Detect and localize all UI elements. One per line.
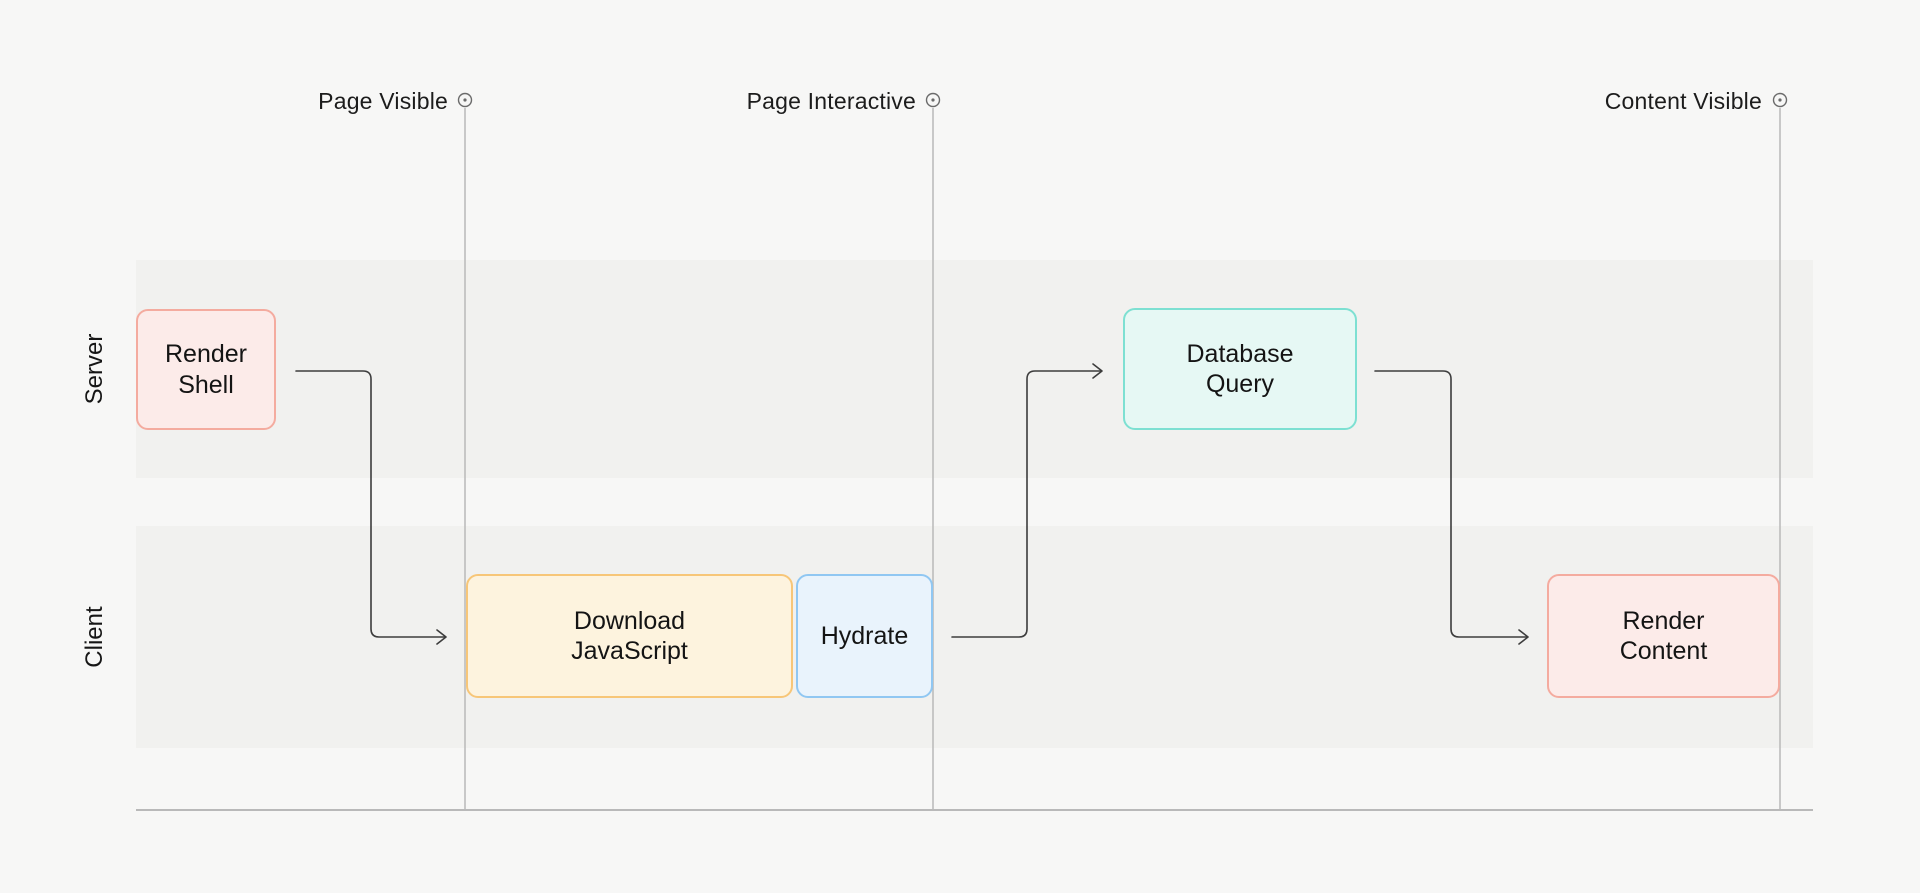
lane-label-client: Client [80, 587, 110, 687]
edge-render-shell-to-download-javascript [296, 371, 446, 644]
node-render-shell: Render Shell [136, 309, 276, 430]
page-interactive-marker-icon [927, 94, 940, 107]
node-download-javascript: Download JavaScript [466, 574, 793, 698]
edge-hydrate-to-database-query [952, 364, 1102, 637]
lane-label-server: Server [80, 319, 110, 419]
ssr-timeline-diagram: Page Visible Page Interactive Content Vi… [0, 0, 1920, 893]
node-database-query: Database Query [1123, 308, 1357, 430]
node-label: Render Content [1620, 606, 1708, 667]
page-visible-marker-icon [459, 94, 472, 107]
node-label: Hydrate [821, 621, 909, 652]
content-visible-marker-icon [1774, 94, 1787, 107]
node-label: Render Shell [165, 339, 247, 400]
node-hydrate: Hydrate [796, 574, 933, 698]
diagram-lines-layer [0, 0, 1920, 893]
node-label: Database Query [1186, 339, 1293, 400]
node-label: Download JavaScript [571, 606, 688, 667]
milestone-label-page-visible: Page Visible [318, 87, 448, 115]
edge-database-query-to-render-content [1375, 371, 1528, 644]
node-render-content: Render Content [1547, 574, 1780, 698]
milestone-label-content-visible: Content Visible [1605, 87, 1762, 115]
milestone-label-page-interactive: Page Interactive [747, 87, 916, 115]
